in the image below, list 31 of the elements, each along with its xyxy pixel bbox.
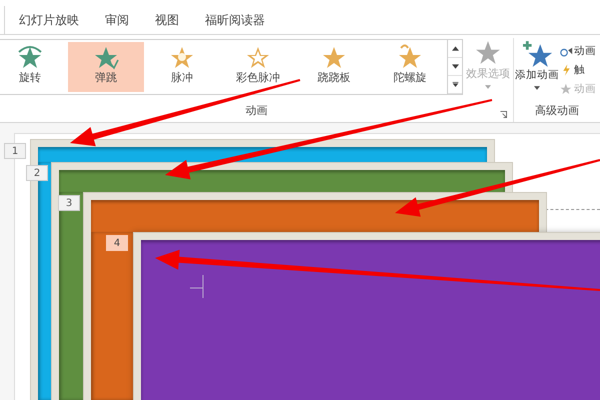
ribbon-tab[interactable]: 审阅 xyxy=(91,8,141,32)
dialog-launcher-icon[interactable] xyxy=(500,111,507,118)
slide-number: 4 xyxy=(106,235,128,251)
caret-icon xyxy=(534,86,540,90)
caret-icon xyxy=(485,85,491,89)
group-label: 高级动画 xyxy=(535,102,579,118)
slide-number: 1 xyxy=(4,143,26,159)
animation-option[interactable]: 跷跷板 xyxy=(296,42,372,92)
star-plus-icon xyxy=(520,40,554,68)
add-animation-button[interactable]: 添加动画 xyxy=(514,38,560,98)
star-icon xyxy=(560,82,573,94)
up-caret-icon xyxy=(452,46,458,51)
command-button[interactable]: 动画 xyxy=(560,42,596,59)
slide-number: 3 xyxy=(58,195,80,211)
animation-option[interactable]: 脉冲 xyxy=(144,42,220,92)
slide-thumbnail[interactable] xyxy=(30,139,495,162)
ribbon-tab[interactable]: 福昕阅读器 xyxy=(191,8,277,32)
ribbon-tab[interactable]: 视图 xyxy=(141,8,191,32)
more-caret-icon xyxy=(452,82,458,87)
crop-mark-icon xyxy=(190,275,204,299)
slide-thumbnail[interactable] xyxy=(51,162,513,192)
star-icon xyxy=(475,40,501,66)
ribbon-tab[interactable]: 幻灯片放映 xyxy=(5,8,91,32)
animation-option[interactable]: 陀螺旋 xyxy=(372,42,447,92)
group-label: 动画 xyxy=(246,102,268,118)
animation-option[interactable]: 旋转 xyxy=(0,42,68,92)
slide-thumbnail[interactable] xyxy=(83,192,547,232)
slide-number: 2 xyxy=(26,165,48,181)
animation-option[interactable]: 弹跳 xyxy=(68,42,144,92)
down-caret-icon xyxy=(452,64,458,69)
command-button[interactable]: 触 xyxy=(560,61,596,78)
